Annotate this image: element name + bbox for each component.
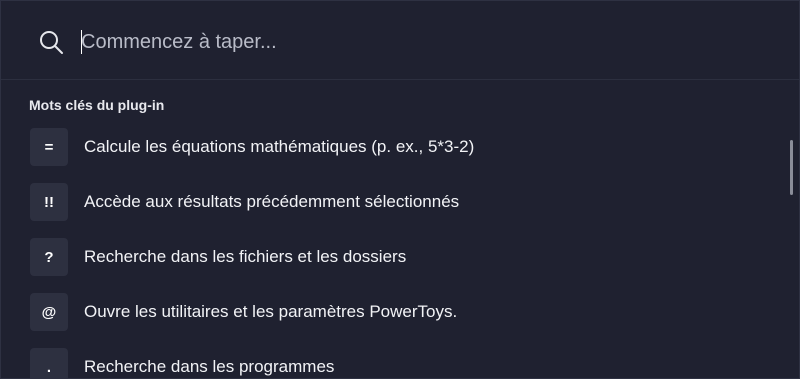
section-title: Mots clés du plug-in [29,97,165,113]
scrollbar-thumb[interactable] [790,140,793,195]
text-caret [81,30,82,54]
keyword-badge: . [30,348,68,378]
powertoys-run-window: Mots clés du plug-in = Calcule les équat… [0,0,800,379]
search-bar [1,1,799,80]
result-description: Accède aux résultats précédemment sélect… [84,192,460,211]
results-list: = Calcule les équations mathématiques (p… [1,120,781,378]
keyword-badge: ? [30,238,68,276]
result-description: Ouvre les utilitaires et les paramètres … [84,302,458,321]
result-description: Recherche dans les programmes [84,357,335,376]
result-item-history[interactable]: !! Accède aux résultats précédemment sél… [1,175,781,230]
result-description: Recherche dans les fichiers et les dossi… [84,247,407,266]
search-input[interactable] [81,25,761,59]
result-item-file-search[interactable]: ? Recherche dans les fichiers et les dos… [1,230,781,285]
result-description: Calcule les équations mathématiques (p. … [84,137,475,156]
result-item-programs[interactable]: . Recherche dans les programmes [1,340,781,378]
keyword-badge: = [30,128,68,166]
keyword-badge: !! [30,183,68,221]
keyword-badge: @ [30,293,68,331]
search-icon [40,31,63,54]
result-item-calculator[interactable]: = Calcule les équations mathématiques (p… [1,120,781,175]
result-item-powertoys[interactable]: @ Ouvre les utilitaires et les paramètre… [1,285,781,340]
